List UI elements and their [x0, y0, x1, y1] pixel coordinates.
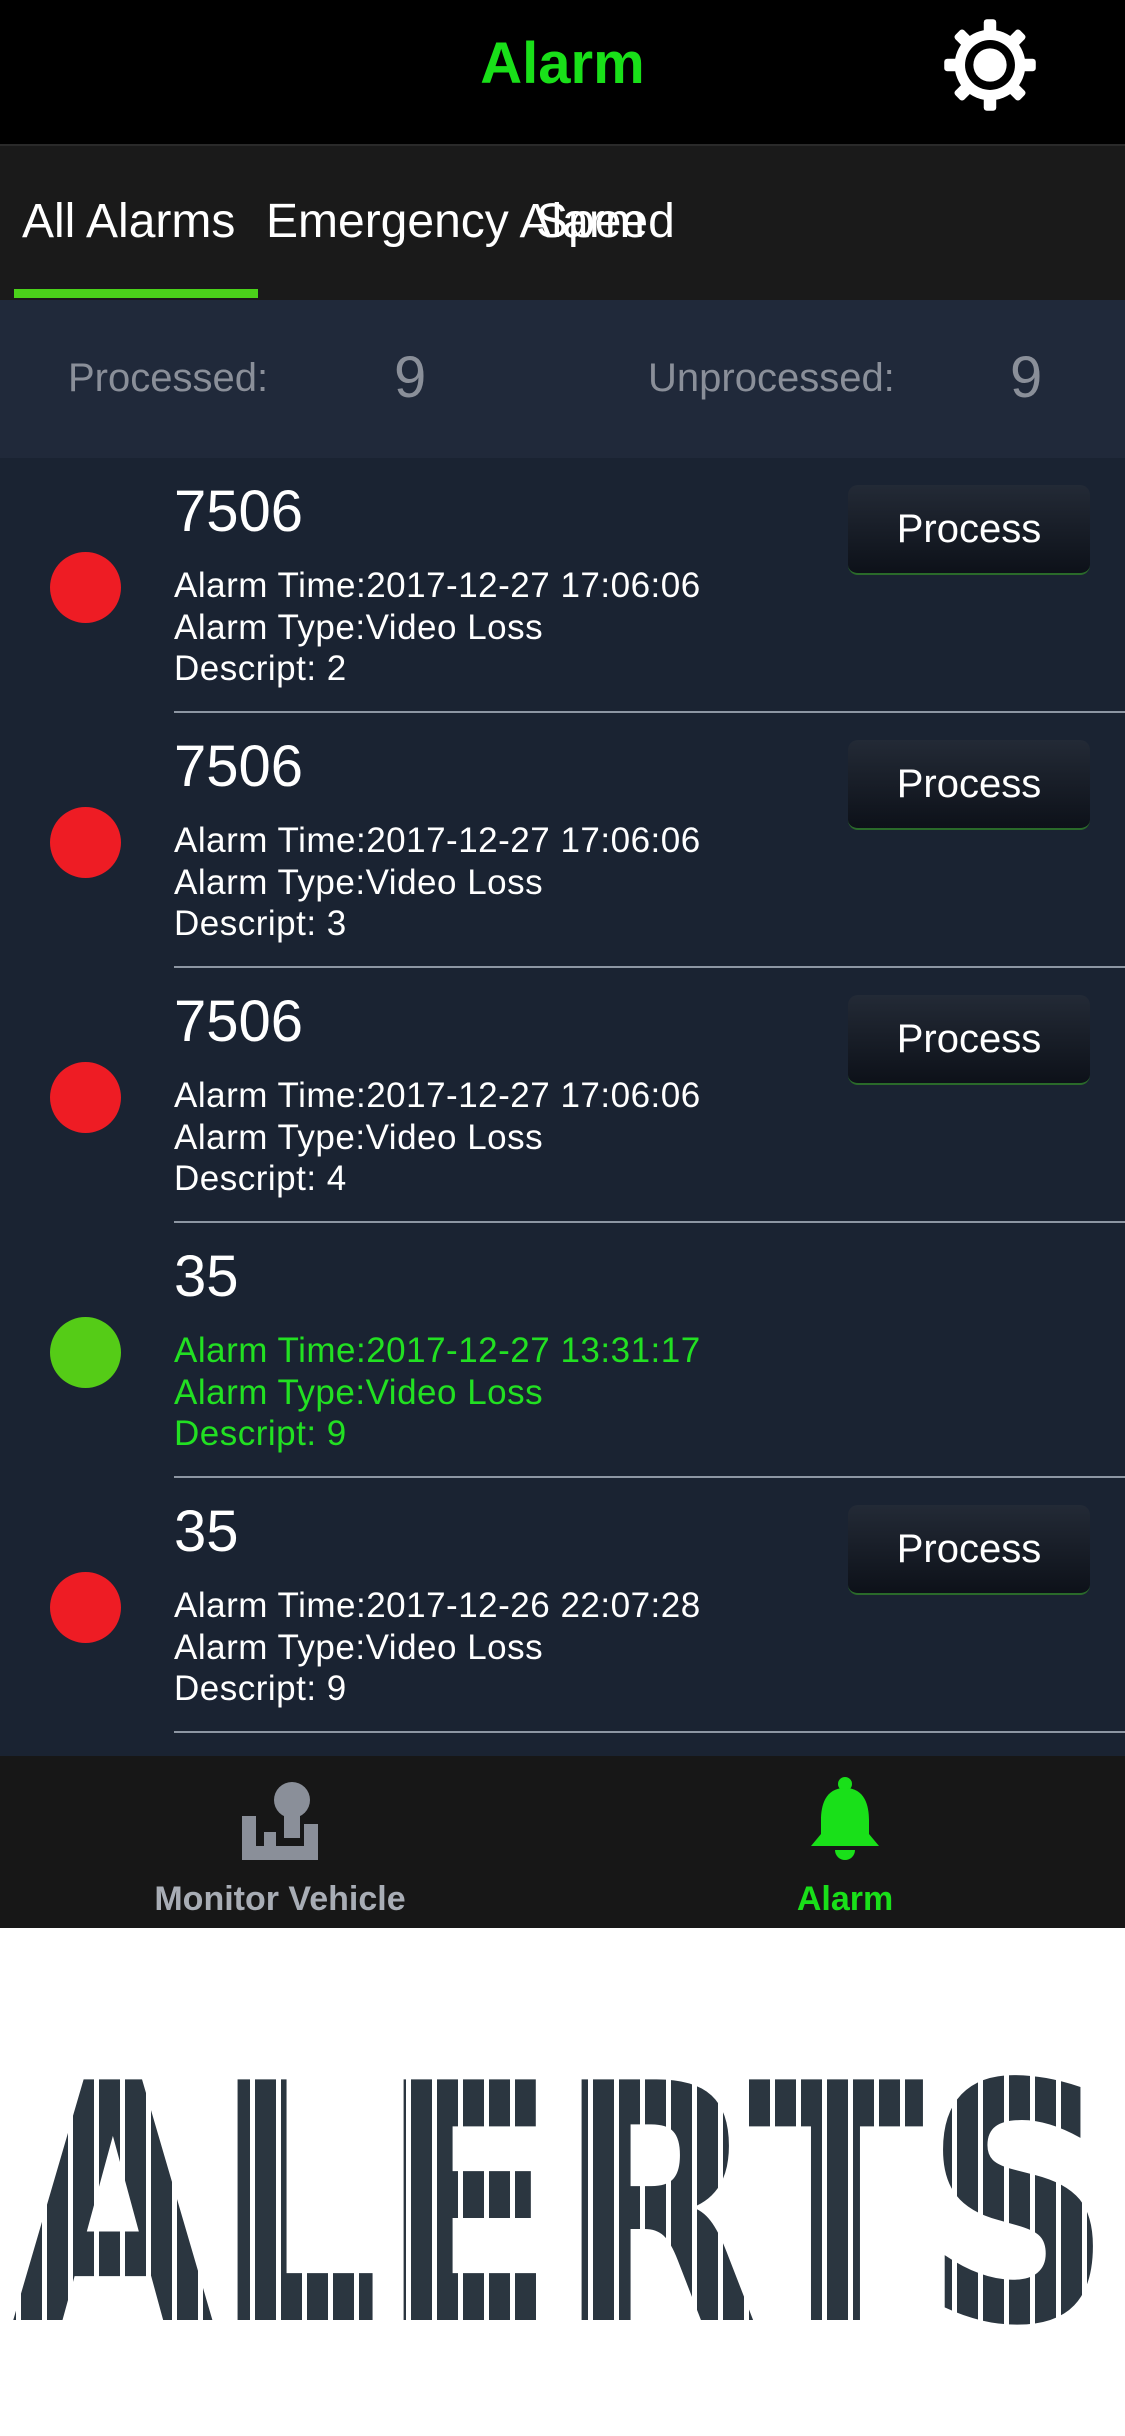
- alerts-logo: ALERTS: [12, 2014, 1112, 2398]
- alarm-row[interactable]: 35 Alarm Time:2017-12-26 22:07:28 Alarm …: [0, 1478, 1125, 1733]
- tab-bar: All Alarms Emergency Alarm Speed: [0, 146, 1125, 300]
- processed-status-dot: [50, 1317, 121, 1388]
- alarm-time: Alarm Time:2017-12-27 13:31:17: [174, 1331, 701, 1370]
- alerts-text: ALERTS: [12, 2014, 1112, 2398]
- alarm-type: Alarm Type:Video Loss: [174, 608, 544, 647]
- alarm-type: Alarm Type:Video Loss: [174, 1628, 544, 1667]
- alarm-id: 7506: [174, 479, 304, 544]
- unprocessed-status-dot: [50, 1062, 121, 1133]
- alarm-time: Alarm Time:2017-12-27 17:06:06: [174, 566, 701, 605]
- alarm-descript: Descript: 2: [174, 649, 347, 688]
- alerts-banner: ALERTS: [0, 1928, 1125, 2436]
- alarm-descript: Descript: 9: [174, 1669, 347, 1708]
- alarm-list: 7506 Alarm Time:2017-12-27 17:06:06 Alar…: [0, 458, 1125, 1756]
- alarm-id: 7506: [174, 734, 304, 799]
- alarm-type: Alarm Type:Video Loss: [174, 1118, 544, 1157]
- alarm-row[interactable]: 7506 Alarm Time:2017-12-27 17:06:06 Alar…: [0, 458, 1125, 713]
- nav-label-monitor-vehicle: Monitor Vehicle: [154, 1880, 406, 1918]
- bell-icon: [811, 1777, 879, 1860]
- alarm-id: 35: [174, 1244, 239, 1309]
- alarm-descript: Descript: 9: [174, 1414, 347, 1453]
- monitor-vehicle-icon: [242, 1782, 318, 1860]
- unprocessed-status-dot: [50, 552, 121, 623]
- processed-label: Processed:: [68, 356, 269, 400]
- alarm-row[interactable]: 7506 Alarm Time:2017-12-27 17:06:06 Alar…: [0, 968, 1125, 1223]
- unprocessed-label: Unprocessed:: [648, 356, 895, 400]
- process-button[interactable]: Process: [848, 1505, 1090, 1595]
- active-tab-indicator: [14, 289, 258, 298]
- alarm-descript: Descript: 3: [174, 904, 347, 943]
- nav-monitor-vehicle[interactable]: Monitor Vehicle: [80, 1756, 480, 1928]
- alarm-time: Alarm Time:2017-12-27 17:06:06: [174, 1076, 701, 1115]
- gear-icon: [944, 19, 1036, 111]
- settings-button[interactable]: [935, 10, 1045, 120]
- unprocessed-count: 9: [1010, 345, 1043, 410]
- row-divider: [174, 1731, 1125, 1733]
- alarm-row[interactable]: 35 Alarm Time:2017-12-27 13:31:17 Alarm …: [0, 1223, 1125, 1478]
- process-button[interactable]: Process: [848, 485, 1090, 575]
- alarm-time: Alarm Time:2017-12-26 22:07:28: [174, 1586, 701, 1625]
- alarm-row[interactable]: 7506 Alarm Time:2017-12-27 17:06:06 Alar…: [0, 713, 1125, 968]
- alarm-type: Alarm Type:Video Loss: [174, 863, 544, 902]
- app-header: Alarm: [0, 0, 1125, 146]
- alarm-id: 7506: [174, 989, 304, 1054]
- tab-all-alarms[interactable]: All Alarms: [22, 194, 235, 249]
- nav-alarm[interactable]: Alarm: [645, 1756, 1045, 1928]
- unprocessed-status-dot: [50, 807, 121, 878]
- nav-label-alarm: Alarm: [796, 1880, 894, 1918]
- alarm-type: Alarm Type:Video Loss: [174, 1373, 544, 1412]
- alarm-id: 35: [174, 1499, 239, 1564]
- alarm-time: Alarm Time:2017-12-27 17:06:06: [174, 821, 701, 860]
- tab-speed[interactable]: Speed: [536, 194, 675, 249]
- alarm-summary: Processed: 9 Unprocessed: 9: [0, 300, 1125, 458]
- process-button[interactable]: Process: [848, 995, 1090, 1085]
- process-button[interactable]: Process: [848, 740, 1090, 830]
- alarm-descript: Descript: 4: [174, 1159, 347, 1198]
- unprocessed-status-dot: [50, 1572, 121, 1643]
- processed-count: 9: [394, 345, 427, 410]
- bottom-nav: Monitor Vehicle Alarm: [0, 1756, 1125, 1928]
